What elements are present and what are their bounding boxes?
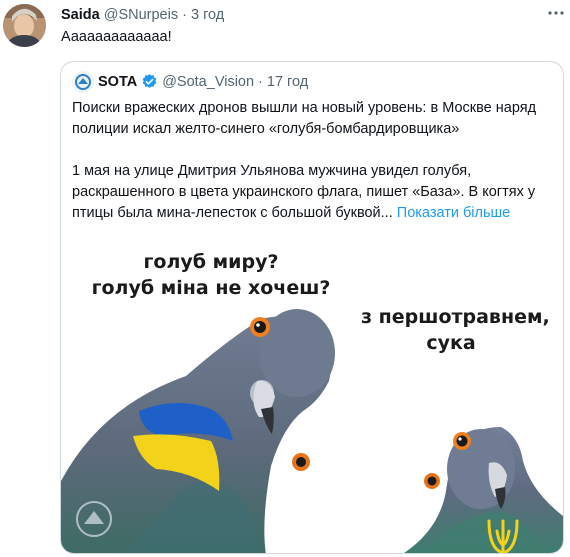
sota-watermark-icon	[74, 499, 114, 539]
quote-separator: ·	[258, 73, 263, 90]
caption-right-line1: з першотравнем,	[361, 306, 550, 328]
quote-paragraph-2: 1 мая на улице Дмитрия Ульянова мужчина …	[72, 161, 556, 224]
quote-text: Поиски вражеских дронов вышли на новый у…	[72, 98, 556, 224]
caption-left-line2: голуб міна не хочеш?	[91, 277, 331, 299]
quoted-tweet[interactable]: SOTA @Sota_Vision · 17 год Поиски вражес…	[60, 61, 564, 554]
avatar[interactable]	[3, 4, 46, 47]
separator: ·	[182, 7, 187, 23]
timestamp[interactable]: 3 год	[191, 7, 224, 23]
meme-image[interactable]: голуб миру? голуб міна не хочеш? з першо…	[61, 231, 563, 553]
author-name[interactable]: Saida	[61, 7, 100, 23]
tweet-text: Ааааааааааааа!	[61, 29, 172, 45]
tweet-header: Saida @SNurpeis · 3 год	[61, 7, 224, 23]
quote-author-name[interactable]: SOTA	[98, 74, 137, 90]
sota-logo-icon[interactable]	[72, 71, 94, 93]
tweet[interactable]: Saida @SNurpeis · 3 год Ааааааааааааа! S…	[0, 0, 570, 557]
quote-timestamp[interactable]: 17 год	[267, 74, 308, 90]
caption-right: з першотравнем, сука	[361, 304, 550, 356]
caption-left-line1: голуб миру?	[143, 251, 279, 273]
quote-header: SOTA @Sota_Vision · 17 год	[98, 73, 308, 90]
more-icon[interactable]	[547, 5, 565, 21]
quote-author-handle[interactable]: @Sota_Vision	[162, 74, 254, 90]
avatar-image	[3, 4, 46, 47]
quote-paragraph-1: Поиски вражеских дронов вышли на новый у…	[72, 100, 537, 137]
caption-right-line2: сука	[426, 332, 476, 354]
caption-left: голуб миру? голуб міна не хочеш?	[61, 249, 361, 301]
verified-badge-icon	[141, 73, 158, 90]
show-more-link[interactable]: Показати більше	[397, 205, 510, 221]
author-handle[interactable]: @SNurpeis	[104, 7, 178, 23]
